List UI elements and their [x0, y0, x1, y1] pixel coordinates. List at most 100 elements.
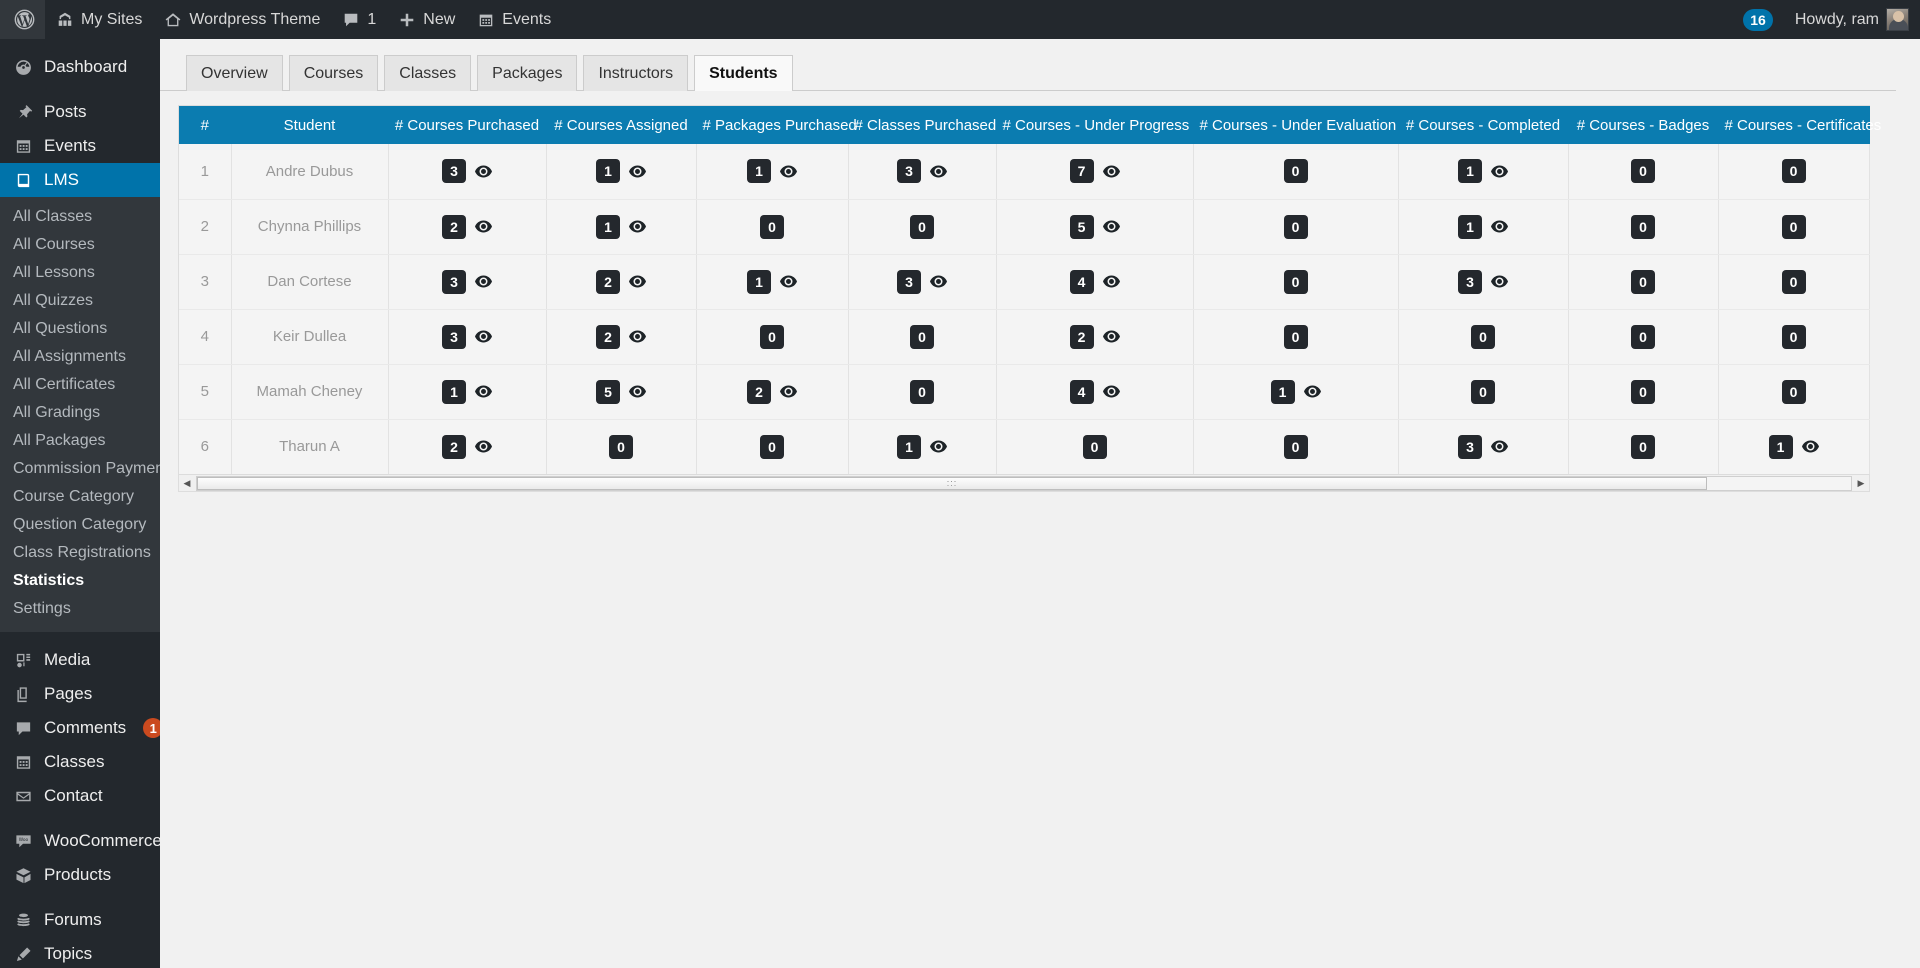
sidebar-subitem-question-category[interactable]: Question Category [0, 511, 160, 539]
column-header-courses-certificates[interactable]: # Courses - Certificates [1718, 106, 1881, 144]
eye-icon[interactable] [629, 330, 646, 343]
book-icon [12, 169, 34, 191]
eye-icon[interactable] [1102, 385, 1120, 398]
column-header-classes-purchased[interactable]: # Classes Purchased [848, 106, 997, 144]
eye-icon[interactable] [475, 330, 492, 343]
column-header-packages-purchased[interactable]: # Packages Purchased [696, 106, 857, 144]
tab-courses[interactable]: Courses [288, 55, 379, 91]
tab-classes[interactable]: Classes [384, 55, 472, 91]
eye-icon[interactable] [1491, 275, 1508, 288]
sidebar-subitem-settings[interactable]: Settings [0, 595, 160, 623]
sidebar-subitem-course-category[interactable]: Course Category [0, 483, 160, 511]
eye-icon[interactable] [930, 275, 947, 288]
sidebar-item-events[interactable]: Events [0, 129, 160, 163]
sidebar-item-woocommerce[interactable]: Woo WooCommerce [0, 824, 160, 858]
eye-icon[interactable] [629, 385, 646, 398]
sidebar-item-pages[interactable]: Pages [0, 677, 160, 711]
sidebar-item-forums[interactable]: Forums [0, 903, 160, 937]
wordpress-logo-menu[interactable] [0, 0, 45, 39]
column-header-courses-under-evaluation[interactable]: # Courses - Under Evaluation [1193, 106, 1399, 144]
sidebar-subitem-all-assignments[interactable]: All Assignments [0, 343, 160, 371]
eye-icon[interactable] [1491, 220, 1508, 233]
sidebar-subitem-all-courses[interactable]: All Courses [0, 231, 160, 259]
scroll-right-arrow[interactable]: ▶ [1853, 475, 1869, 492]
column-header-courses-under-progress[interactable]: # Courses - Under Progress [996, 106, 1194, 144]
sidebar-subitem-commission-payments[interactable]: Commission Payments [0, 455, 160, 483]
admin-bar-item-my-sites[interactable]: My Sites [45, 0, 153, 39]
eye-icon[interactable] [1491, 165, 1508, 178]
admin-bar-notifications[interactable]: 16 [1732, 0, 1784, 39]
column-header-courses-badges[interactable]: # Courses - Badges [1568, 106, 1719, 144]
eye-icon[interactable] [475, 275, 492, 288]
metric-wrapper: 0 [1195, 159, 1397, 184]
column-header-index[interactable]: # [179, 106, 232, 144]
sidebar-subitem-all-packages[interactable]: All Packages [0, 427, 160, 455]
sidebar-subitem-all-quizzes[interactable]: All Quizzes [0, 287, 160, 315]
sidebar-subitem-all-gradings[interactable]: All Gradings [0, 399, 160, 427]
eye-icon[interactable] [1303, 385, 1321, 398]
eye-icon[interactable] [1102, 165, 1120, 178]
sidebar-subitem-all-questions[interactable]: All Questions [0, 315, 160, 343]
eye-icon[interactable] [1102, 220, 1120, 233]
cell-metric: 1 [388, 364, 547, 420]
sidebar-item-comments[interactable]: Comments 1 [0, 711, 160, 745]
cell-student-name: Keir Dullea [231, 309, 389, 365]
metric-wrapper: 2 [998, 324, 1192, 349]
admin-bar-my-account[interactable]: Howdy, ram [1784, 0, 1920, 39]
tab-instructors[interactable]: Instructors [583, 55, 689, 91]
eye-icon[interactable] [780, 165, 797, 178]
sidebar-subitem-all-classes[interactable]: All Classes [0, 203, 160, 231]
count-badge: 1 [596, 214, 620, 239]
metric-wrapper: 3 [1400, 434, 1567, 459]
sidebar-item-classes[interactable]: Classes [0, 745, 160, 779]
sidebar-item-topics[interactable]: Topics [0, 937, 160, 968]
column-header-courses-completed[interactable]: # Courses - Completed [1398, 106, 1569, 144]
sidebar-item-media[interactable]: Media [0, 643, 160, 677]
eye-icon[interactable] [629, 220, 646, 233]
admin-bar-item-site-name[interactable]: Wordpress Theme [153, 0, 331, 39]
sidebar-item-products[interactable]: Products [0, 858, 160, 892]
count-badge: 0 [1631, 269, 1655, 294]
admin-bar-item-events[interactable]: Events [466, 0, 562, 39]
eye-icon[interactable] [930, 165, 947, 178]
sidebar-separator [0, 84, 160, 95]
column-header-courses-assigned[interactable]: # Courses Assigned [546, 106, 697, 144]
eye-icon[interactable] [475, 165, 492, 178]
eye-icon[interactable] [780, 275, 797, 288]
scrollbar-thumb[interactable]: ::: [197, 476, 1707, 490]
horizontal-scrollbar[interactable]: ◀ ::: ▶ [179, 474, 1869, 491]
tab-students[interactable]: Students [694, 55, 793, 91]
eye-icon[interactable] [475, 440, 492, 453]
sidebar-item-contact[interactable]: Contact [0, 779, 160, 813]
count-badge: 1 [897, 434, 921, 459]
eye-icon[interactable] [475, 220, 492, 233]
eye-icon[interactable] [1102, 275, 1120, 288]
sidebar-item-posts[interactable]: Posts [0, 95, 160, 129]
eye-icon[interactable] [1102, 330, 1120, 343]
eye-icon[interactable] [930, 440, 947, 453]
eye-icon[interactable] [629, 275, 646, 288]
sidebar-subitem-all-certificates[interactable]: All Certificates [0, 371, 160, 399]
sidebar-item-lms[interactable]: LMS [0, 163, 160, 197]
tab-overview[interactable]: Overview [186, 55, 283, 91]
count-badge: 0 [1283, 434, 1308, 459]
column-header-courses-purchased[interactable]: # Courses Purchased [388, 106, 547, 144]
count-badge: 0 [1631, 379, 1655, 404]
table-row: 4 Keir Dullea 3 2 0 0 2 0 0 0 0 [179, 309, 1870, 365]
admin-bar-item-comments[interactable]: 1 [331, 0, 387, 39]
eye-icon[interactable] [1801, 440, 1819, 453]
sidebar-subitem-statistics[interactable]: Statistics [0, 567, 160, 595]
scroll-left-arrow[interactable]: ◀ [179, 475, 195, 492]
eye-icon[interactable] [629, 165, 646, 178]
sidebar-subitem-all-lessons[interactable]: All Lessons [0, 259, 160, 287]
sidebar-subitem-class-registrations[interactable]: Class Registrations [0, 539, 160, 567]
scrollbar-track[interactable]: ::: [196, 475, 1852, 491]
cell-student-name: Mamah Cheney [231, 364, 389, 420]
eye-icon[interactable] [475, 385, 492, 398]
eye-icon[interactable] [1491, 440, 1508, 453]
tab-packages[interactable]: Packages [477, 55, 578, 91]
sidebar-item-dashboard[interactable]: Dashboard [0, 50, 160, 84]
eye-icon[interactable] [780, 385, 797, 398]
column-header-student[interactable]: Student [231, 106, 389, 144]
admin-bar-item-new[interactable]: New [387, 0, 466, 39]
